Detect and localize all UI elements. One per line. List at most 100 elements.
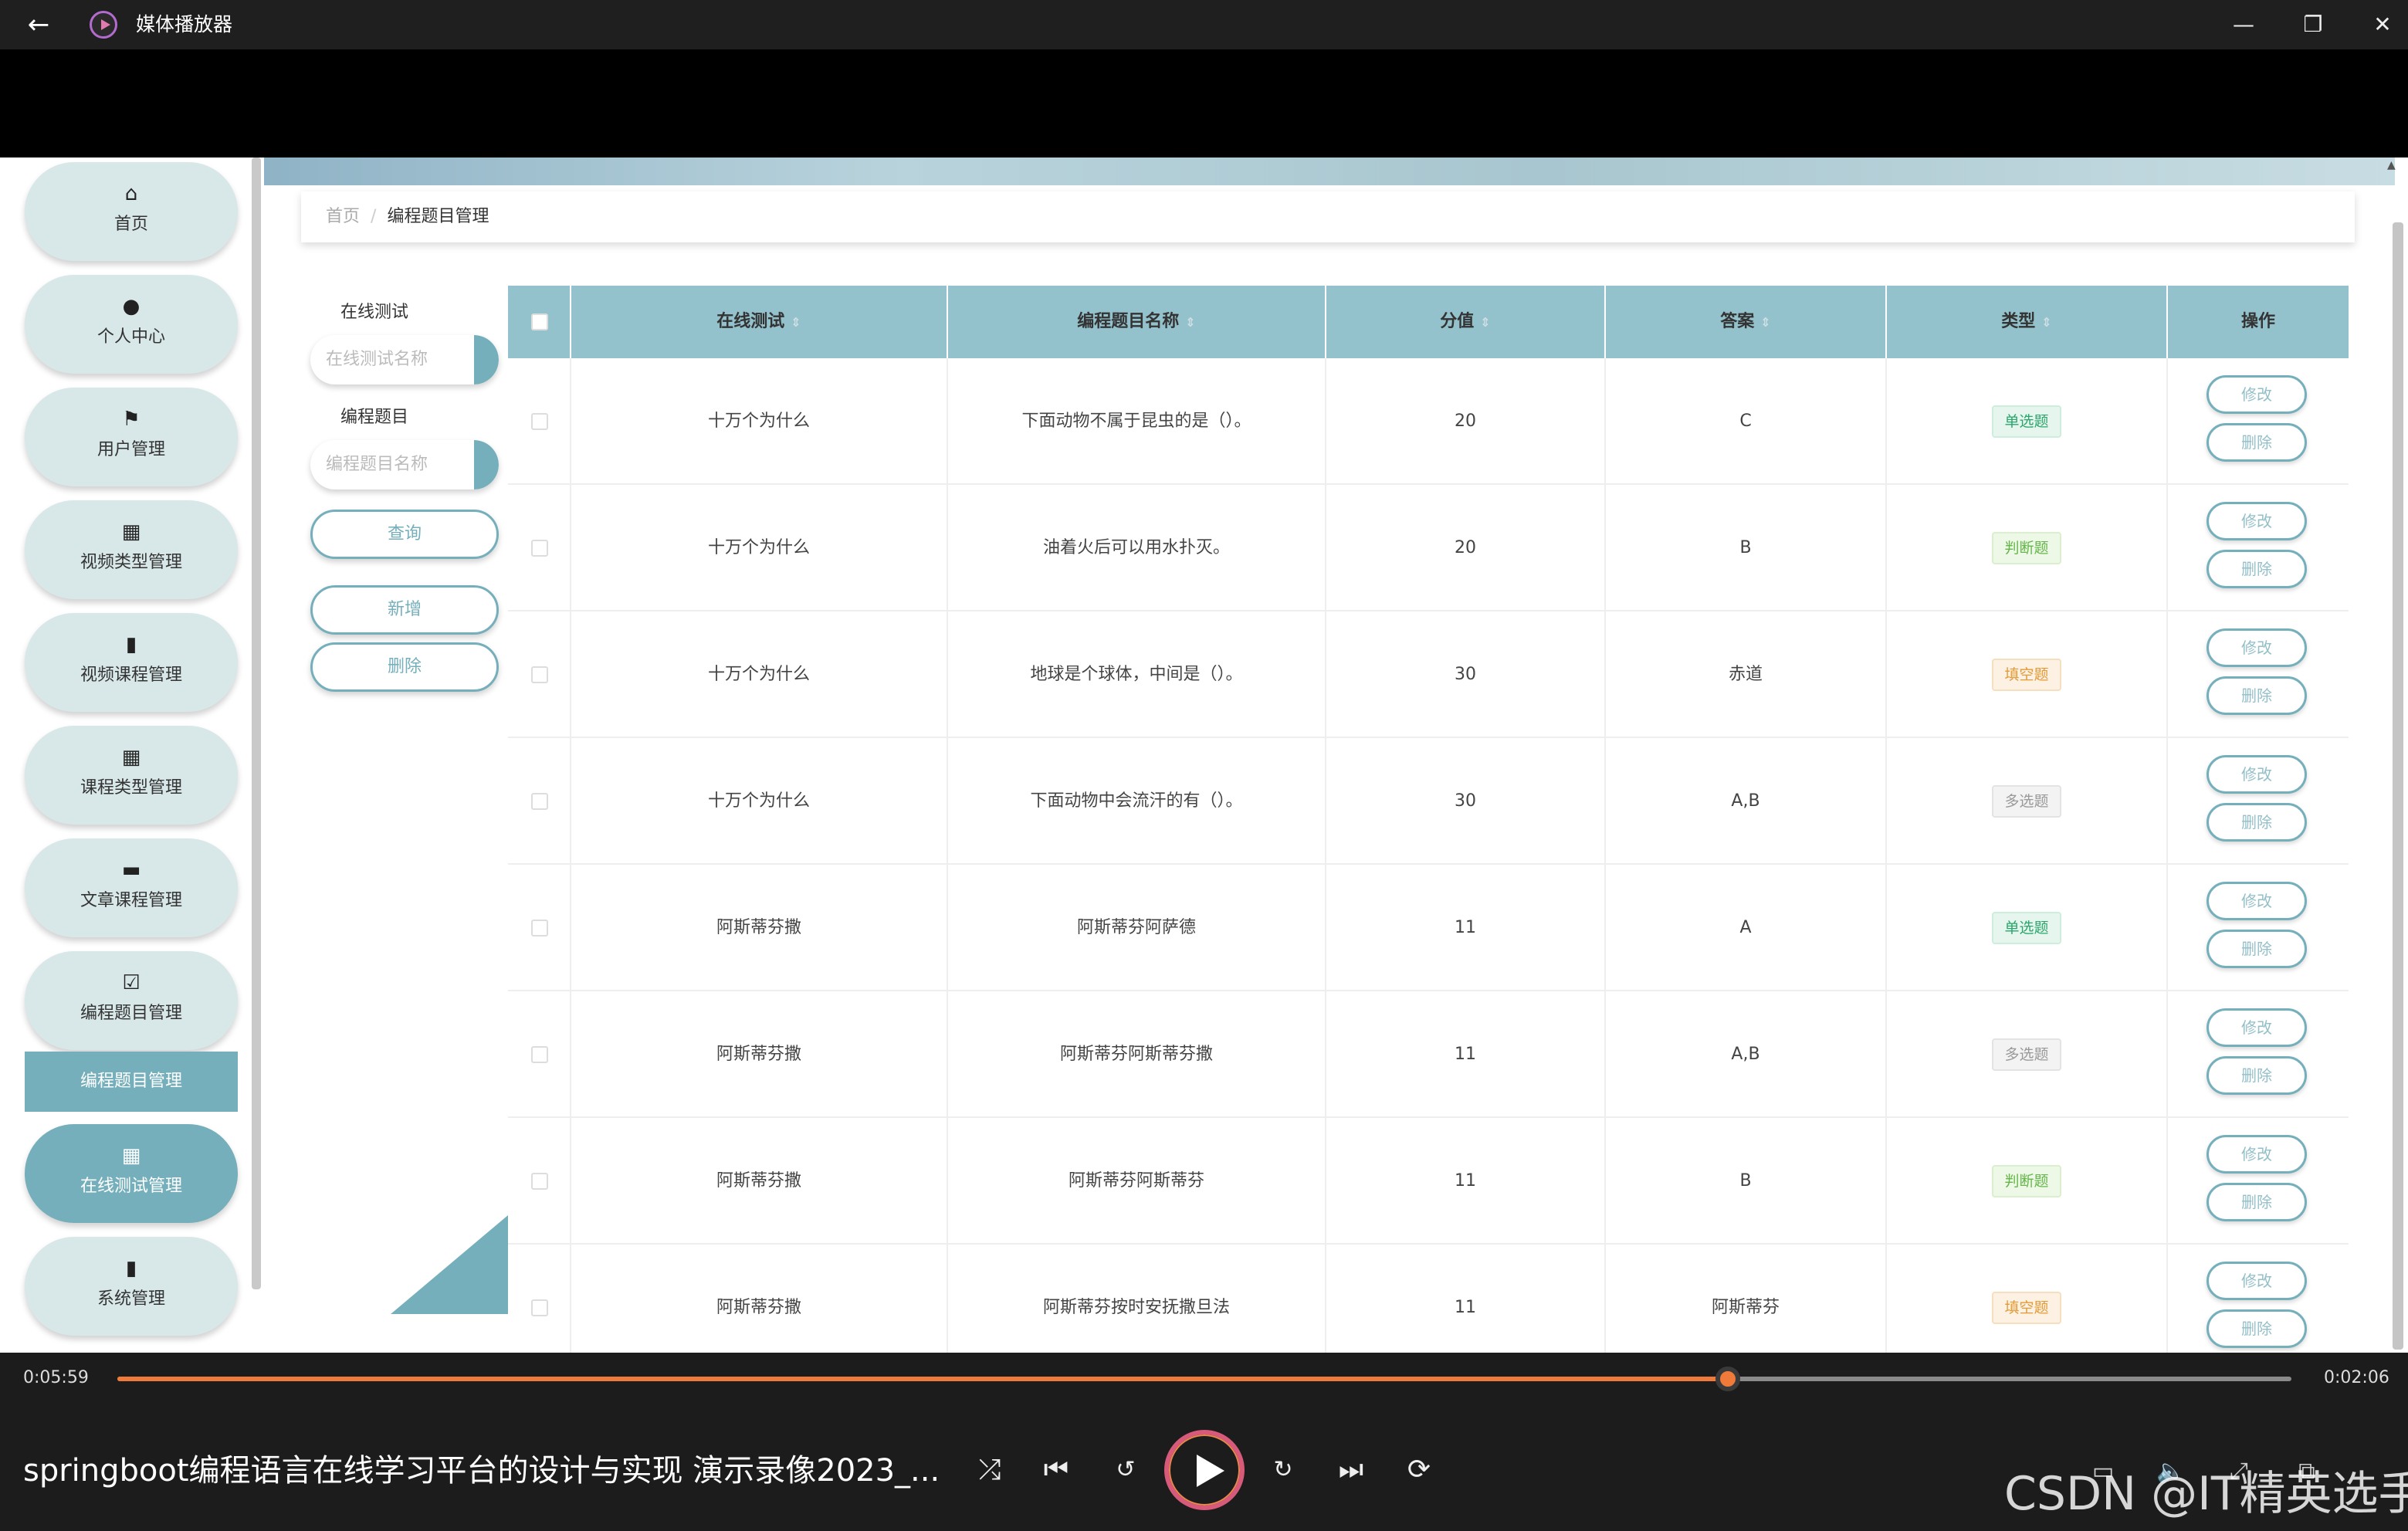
column-label: 类型 — [2001, 312, 2036, 331]
scroll-up-icon[interactable]: ▲ — [2387, 159, 2396, 171]
column-header-score[interactable]: 分值 ⇕ — [1326, 286, 1606, 358]
seek-bar[interactable] — [117, 1367, 2291, 1391]
question-name-placeholder: 编程题目名称 — [326, 455, 428, 474]
delete-button[interactable]: 删除 — [2206, 550, 2307, 588]
next-icon[interactable]: ⏭ — [1329, 1448, 1373, 1492]
column-header-test[interactable]: 在线测试 ⇕ — [571, 286, 948, 358]
type-badge: 多选题 — [1992, 1038, 2061, 1071]
delete-button[interactable]: 删除 — [2206, 423, 2307, 462]
table-row: 阿斯蒂芬撒 阿斯蒂芬阿萨德 11 A 单选题 修改 删除 — [508, 865, 2349, 991]
sidebar-item-online-tests[interactable]: ▦ 在线测试管理 — [25, 1124, 238, 1223]
edit-button[interactable]: 修改 — [2206, 1135, 2307, 1174]
breadcrumb-separator: / — [371, 207, 377, 226]
seek-thumb[interactable] — [1715, 1367, 1740, 1391]
main-scrollbar[interactable] — [2393, 222, 2403, 1350]
column-label: 操作 — [2240, 312, 2275, 331]
edit-button[interactable]: 修改 — [2206, 375, 2307, 414]
sidebar-item-video-types[interactable]: ▦ 视频类型管理 — [25, 500, 238, 599]
repeat-icon[interactable]: ⟳ — [1397, 1448, 1441, 1492]
submenu-programming-questions[interactable]: 编程题目管理 — [25, 1052, 238, 1112]
cell-type: 单选题 — [1887, 865, 2168, 991]
cell-actions: 修改 删除 — [2168, 865, 2349, 991]
delete-button[interactable]: 删除 — [2206, 803, 2307, 842]
cell-question-name: 下面动物中会流汗的有（）。 — [948, 738, 1326, 865]
sort-icon[interactable]: ⇕ — [1185, 315, 1195, 330]
table-row: 十万个为什么 下面动物中会流汗的有（）。 30 A,B 多选题 修改 删除 — [508, 738, 2349, 865]
cell-test: 阿斯蒂芬撒 — [571, 865, 948, 991]
row-checkbox[interactable] — [531, 413, 548, 430]
apps-icon: ▦ — [121, 1144, 141, 1167]
sidebar-item-label: 在线测试管理 — [80, 1177, 182, 1196]
query-button[interactable]: 查询 — [310, 510, 499, 559]
edit-button[interactable]: 修改 — [2206, 882, 2307, 920]
sort-icon[interactable]: ⇕ — [1480, 315, 1490, 330]
delete-button[interactable]: 删除 — [2206, 930, 2307, 968]
row-checkbox[interactable] — [531, 920, 548, 937]
forward-30-icon[interactable]: ↻ — [1262, 1448, 1305, 1492]
sidebar-scrollbar[interactable] — [252, 158, 261, 1289]
edit-button[interactable]: 修改 — [2206, 502, 2307, 540]
sidebar-item-label: 视频课程管理 — [80, 666, 182, 685]
select-all-checkbox[interactable] — [531, 313, 548, 330]
apps-icon: ▦ — [121, 746, 141, 769]
sidebar-item-system[interactable]: ▮ 系统管理 — [25, 1237, 238, 1336]
add-button[interactable]: 新增 — [310, 585, 499, 635]
row-checkbox[interactable] — [531, 793, 548, 810]
edit-button[interactable]: 修改 — [2206, 628, 2307, 667]
minimize-icon[interactable]: — — [2220, 6, 2267, 43]
table-row: 十万个为什么 油着火后可以用水扑灭。 20 B 判断题 修改 删除 — [508, 485, 2349, 611]
restore-icon[interactable]: ❐ — [2290, 6, 2336, 43]
sidebar-item-video-courses[interactable]: ▮ 视频课程管理 — [25, 613, 238, 712]
column-header-answer[interactable]: 答案 ⇕ — [1606, 286, 1887, 358]
table-row: 阿斯蒂芬撒 阿斯蒂芬阿斯蒂芬 11 B 判断题 修改 删除 — [508, 1118, 2349, 1245]
rewind-10-icon[interactable]: ↺ — [1104, 1448, 1147, 1492]
seek-progress — [117, 1377, 1728, 1381]
breadcrumb-home[interactable]: 首页 — [326, 207, 360, 226]
previous-icon[interactable]: ⏮ — [1035, 1448, 1078, 1492]
type-badge: 填空题 — [1992, 1292, 2061, 1324]
cell-score: 11 — [1326, 865, 1606, 991]
play-icon[interactable] — [1164, 1430, 1245, 1510]
video-frame: ⌂ 首页 ● 个人中心 ⚑ 用户管理 ▦ 视频类型管理 ▮ 视频课程管理 ▦ 课… — [0, 158, 2408, 1353]
sidebar-item-home[interactable]: ⌂ 首页 — [25, 162, 238, 261]
edit-button[interactable]: 修改 — [2206, 1008, 2307, 1047]
sidebar-item-profile[interactable]: ● 个人中心 — [25, 275, 238, 374]
sidebar-item-course-types[interactable]: ▦ 课程类型管理 — [25, 726, 238, 825]
row-checkbox[interactable] — [531, 1046, 548, 1063]
cell-actions: 修改 删除 — [2168, 991, 2349, 1118]
sort-icon[interactable]: ⇕ — [2041, 315, 2051, 330]
cell-question-name: 油着火后可以用水扑灭。 — [948, 485, 1326, 611]
column-header-type[interactable]: 类型 ⇕ — [1887, 286, 2168, 358]
sidebar-item-users[interactable]: ⚑ 用户管理 — [25, 388, 238, 486]
sort-icon[interactable]: ⇕ — [791, 315, 801, 330]
delete-button[interactable]: 删除 — [2206, 1183, 2307, 1221]
delete-button[interactable]: 删除 — [2206, 1056, 2307, 1095]
column-header-actions: 操作 — [2168, 286, 2349, 358]
delete-button[interactable]: 删除 — [2206, 676, 2307, 715]
row-checkbox[interactable] — [531, 1299, 548, 1316]
column-header-question[interactable]: 编程题目名称 ⇕ — [948, 286, 1326, 358]
batch-delete-button[interactable]: 删除 — [310, 642, 499, 692]
sidebar-item-programming-questions[interactable]: ☑ 编程题目管理 — [25, 951, 238, 1050]
clipboard-check-icon: ☑ — [122, 971, 141, 994]
sidebar-item-article-courses[interactable]: ▬ 文章课程管理 — [25, 838, 238, 937]
cell-question-name: 下面动物不属于昆虫的是（）。 — [948, 358, 1326, 485]
cell-actions: 修改 删除 — [2168, 611, 2349, 738]
shuffle-icon[interactable]: ⤮ — [968, 1448, 1011, 1492]
row-checkbox[interactable] — [531, 666, 548, 683]
row-checkbox[interactable] — [531, 1173, 548, 1190]
remaining-time: 0:02:06 — [2324, 1368, 2389, 1387]
edit-button[interactable]: 修改 — [2206, 755, 2307, 794]
delete-button[interactable]: 删除 — [2206, 1309, 2307, 1348]
cell-select — [508, 611, 571, 738]
question-name-input[interactable]: 编程题目名称 — [310, 440, 499, 489]
close-icon[interactable]: ✕ — [2359, 6, 2406, 43]
briefcase-icon: ▬ — [121, 859, 141, 882]
cell-test: 阿斯蒂芬撒 — [571, 1245, 948, 1353]
edit-button[interactable]: 修改 — [2206, 1262, 2307, 1300]
arrow-left-icon[interactable]: ← — [22, 8, 56, 42]
test-name-input[interactable]: 在线测试名称 — [310, 335, 499, 384]
row-checkbox[interactable] — [531, 540, 548, 557]
cell-score: 11 — [1326, 1118, 1606, 1245]
sort-icon[interactable]: ⇕ — [1760, 315, 1770, 330]
